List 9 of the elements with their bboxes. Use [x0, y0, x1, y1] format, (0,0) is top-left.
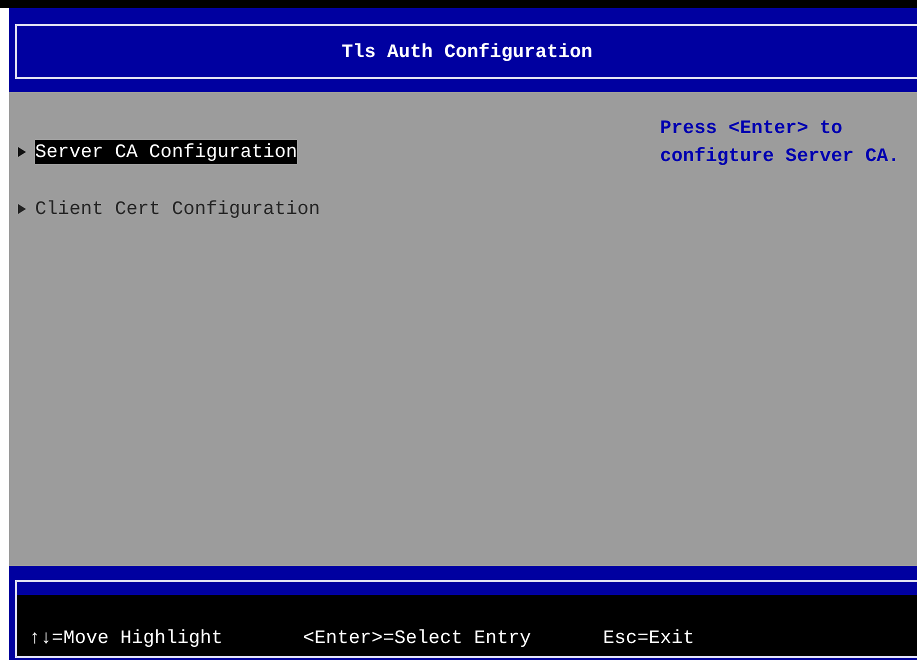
- key-hint: ↑↓=Move Highlight: [29, 626, 224, 651]
- menu-item[interactable]: Client Cert Configuration: [35, 197, 320, 221]
- window-title: Tls Auth Configuration: [342, 40, 592, 62]
- triangle-icon: [17, 203, 27, 215]
- triangle-icon: [17, 146, 27, 158]
- help-text: Press <Enter> to configture Server CA.: [659, 116, 900, 169]
- menu-item[interactable]: Server CA Configuration: [35, 140, 298, 164]
- key-hint: Esc=Exit: [603, 626, 694, 651]
- key-hint: <Enter>=Select Entry: [303, 626, 532, 651]
